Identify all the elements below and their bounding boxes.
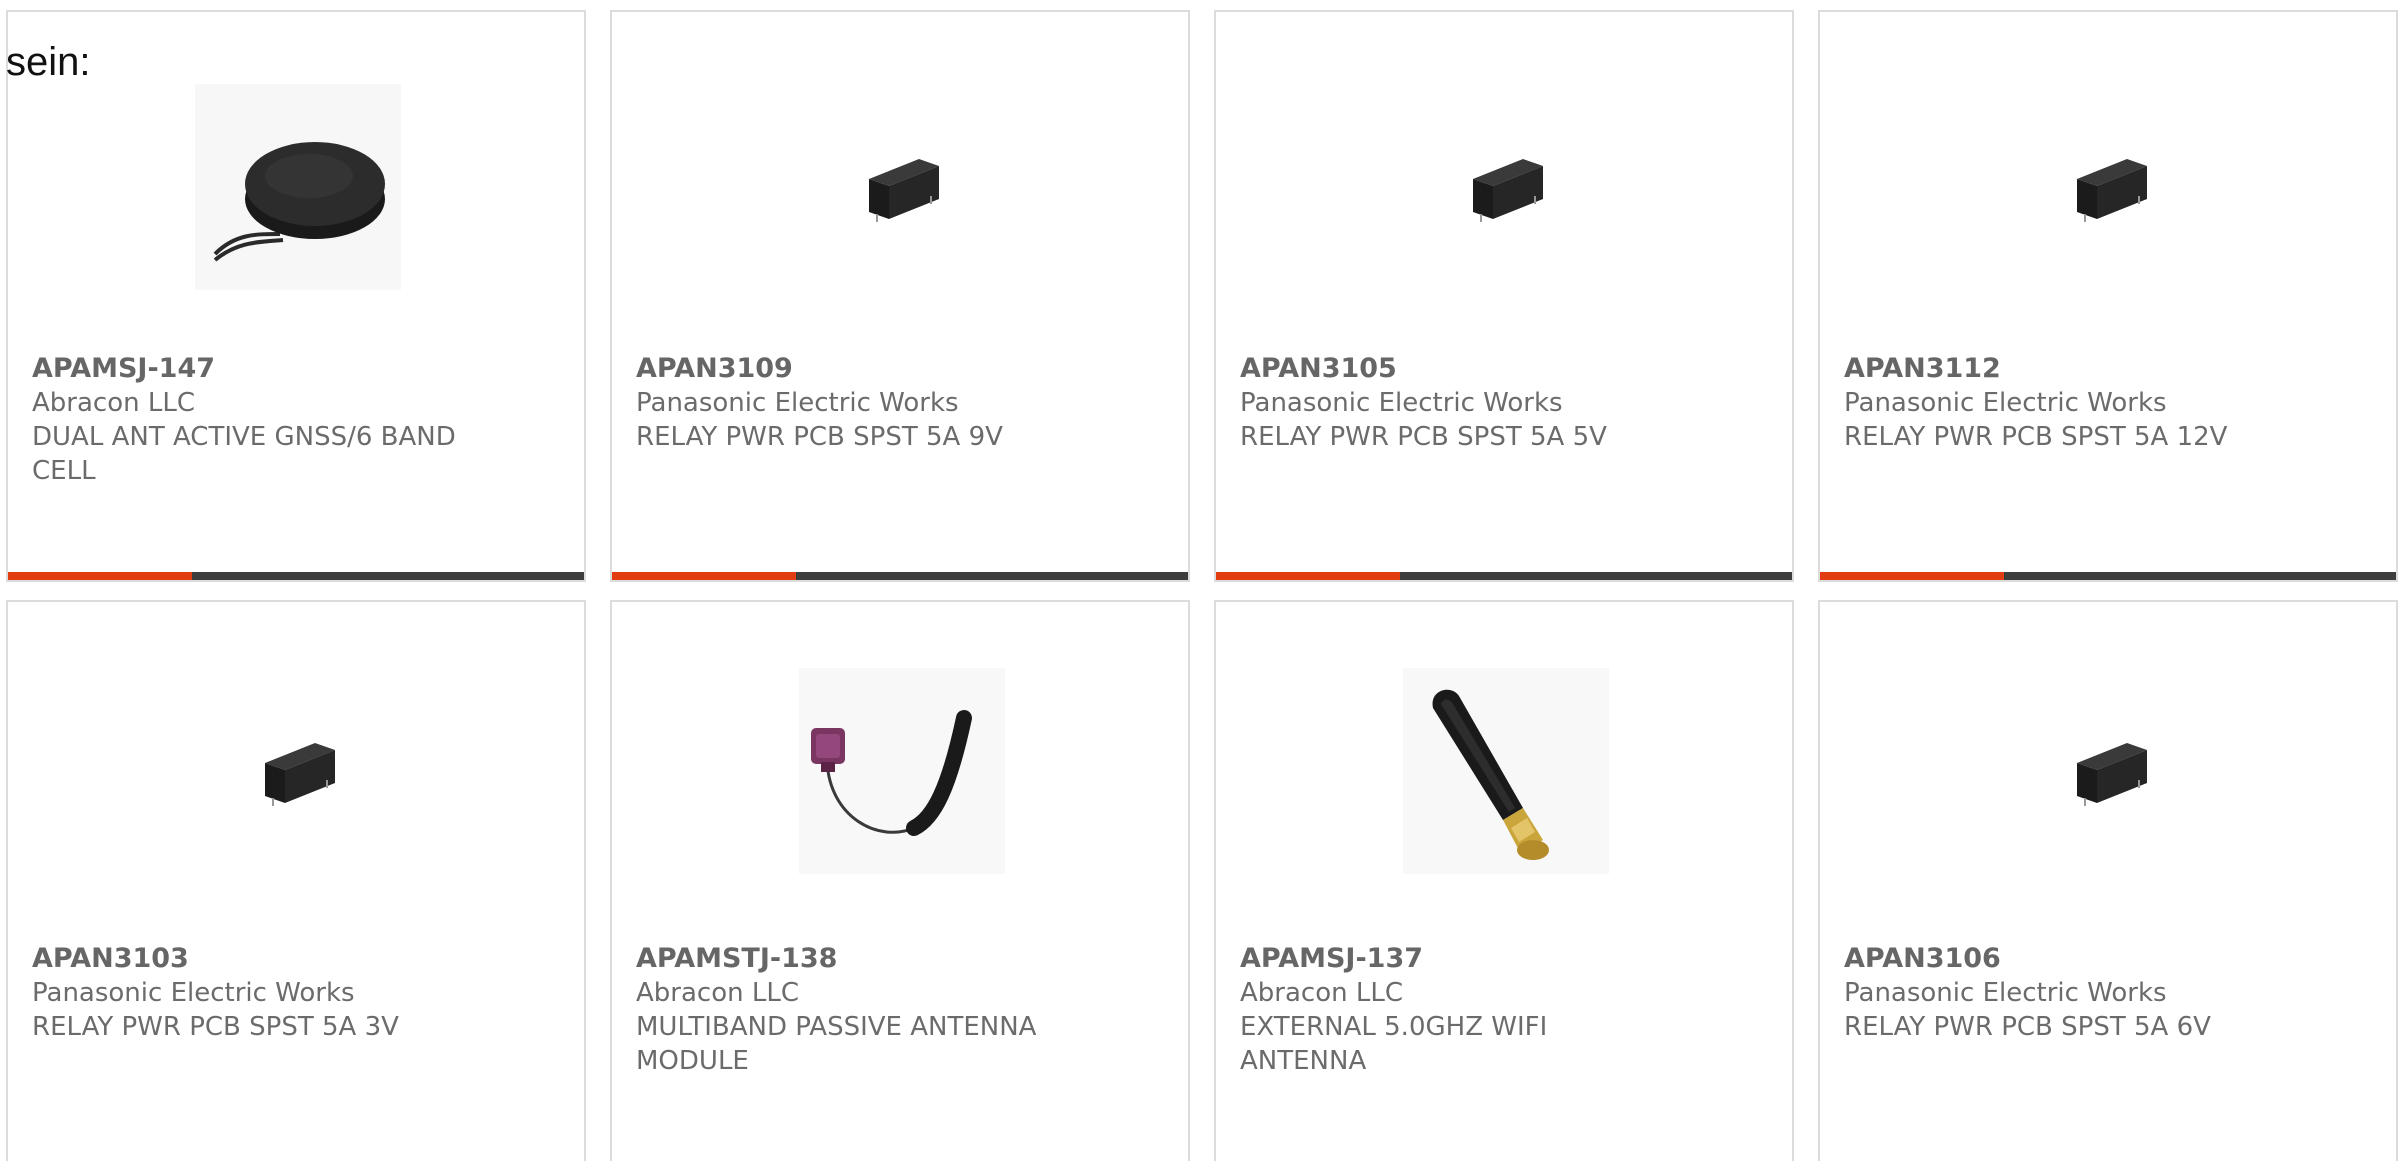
product-image[interactable] xyxy=(2007,668,2213,874)
flex-antenna-icon xyxy=(799,668,1005,874)
product-info: APAN3106 Panasonic Electric Works RELAY … xyxy=(1844,942,2284,1044)
product-info: APAMSJ-137 Abracon LLC EXTERNAL 5.0GHZ W… xyxy=(1240,942,1680,1078)
relay-icon xyxy=(1473,159,1543,222)
product-card[interactable]: APAN3109 Panasonic Electric Works RELAY … xyxy=(610,10,1190,582)
part-number[interactable]: APAN3112 xyxy=(1844,352,2284,386)
manufacturer: Panasonic Electric Works xyxy=(1844,388,2167,418)
part-number[interactable]: APAN3106 xyxy=(1844,942,2284,976)
product-image[interactable] xyxy=(1403,668,1609,874)
product-image[interactable] xyxy=(1403,84,1609,290)
manufacturer: Abracon LLC xyxy=(32,388,195,418)
product-card[interactable]: APAMSJ-137 Abracon LLC EXTERNAL 5.0GHZ W… xyxy=(1214,600,1794,1161)
card-footer-bar xyxy=(612,572,1188,580)
description-line: DUAL ANT ACTIVE GNSS/6 BAND xyxy=(32,422,456,452)
relay-icon xyxy=(2077,743,2147,806)
manufacturer: Panasonic Electric Works xyxy=(32,978,355,1008)
description-line: MULTIBAND PASSIVE ANTENNA xyxy=(636,1012,1037,1042)
product-info: APAMSJ-147 Abracon LLC DUAL ANT ACTIVE G… xyxy=(32,352,472,488)
product-image[interactable] xyxy=(2007,84,2213,290)
product-info: APAN3105 Panasonic Electric Works RELAY … xyxy=(1240,352,1680,454)
part-number[interactable]: APAN3109 xyxy=(636,352,1076,386)
part-number[interactable]: APAN3103 xyxy=(32,942,472,976)
description-line: ANTENNA xyxy=(1240,1046,1367,1076)
product-info: APAN3103 Panasonic Electric Works RELAY … xyxy=(32,942,472,1044)
product-card[interactable]: APAMSJ-147 Abracon LLC DUAL ANT ACTIVE G… xyxy=(6,10,586,582)
description-line: RELAY PWR PCB SPST 5A 6V xyxy=(1844,1012,2211,1042)
relay-icon xyxy=(869,159,939,222)
part-number[interactable]: APAMSJ-137 xyxy=(1240,942,1680,976)
card-footer-bar xyxy=(1216,572,1792,580)
card-footer-bar xyxy=(1820,572,2396,580)
description-line: MODULE xyxy=(636,1046,749,1076)
header-text: sein: xyxy=(6,40,91,84)
manufacturer: Panasonic Electric Works xyxy=(1240,388,1563,418)
description-line: RELAY PWR PCB SPST 5A 12V xyxy=(1844,422,2228,452)
description-line: CELL xyxy=(32,456,96,486)
card-accent xyxy=(8,572,192,580)
card-footer-bar xyxy=(8,572,584,580)
product-image[interactable] xyxy=(195,84,401,290)
description-line: RELAY PWR PCB SPST 5A 9V xyxy=(636,422,1003,452)
relay-icon xyxy=(265,743,335,806)
relay-icon xyxy=(2077,159,2147,222)
description-line: RELAY PWR PCB SPST 5A 5V xyxy=(1240,422,1607,452)
product-card[interactable]: APAMSTJ-138 Abracon LLC MULTIBAND PASSIV… xyxy=(610,600,1190,1161)
description-line: EXTERNAL 5.0GHZ WIFI xyxy=(1240,1012,1548,1042)
description-line: RELAY PWR PCB SPST 5A 3V xyxy=(32,1012,399,1042)
product-card[interactable]: APAN3106 Panasonic Electric Works RELAY … xyxy=(1818,600,2398,1161)
product-info: APAN3112 Panasonic Electric Works RELAY … xyxy=(1844,352,2284,454)
puck-antenna-icon xyxy=(195,84,401,290)
manufacturer: Panasonic Electric Works xyxy=(636,388,959,418)
product-card[interactable]: APAN3103 Panasonic Electric Works RELAY … xyxy=(6,600,586,1161)
product-card[interactable]: APAN3105 Panasonic Electric Works RELAY … xyxy=(1214,10,1794,582)
product-info: APAN3109 Panasonic Electric Works RELAY … xyxy=(636,352,1076,454)
manufacturer: Panasonic Electric Works xyxy=(1844,978,2167,1008)
product-grid: sein: APAMSJ-147 Abracon LLC DUAL ANT AC… xyxy=(0,0,2400,1161)
part-number[interactable]: APAMSJ-147 xyxy=(32,352,472,386)
card-accent xyxy=(1216,572,1400,580)
card-accent xyxy=(1820,572,2004,580)
manufacturer: Abracon LLC xyxy=(1240,978,1403,1008)
part-number[interactable]: APAN3105 xyxy=(1240,352,1680,386)
product-image[interactable] xyxy=(195,668,401,874)
product-card[interactable]: APAN3112 Panasonic Electric Works RELAY … xyxy=(1818,10,2398,582)
card-accent xyxy=(612,572,796,580)
part-number[interactable]: APAMSTJ-138 xyxy=(636,942,1076,976)
product-image[interactable] xyxy=(799,668,1005,874)
rubber-duck-antenna-icon xyxy=(1403,668,1609,874)
product-image[interactable] xyxy=(799,84,1005,290)
product-info: APAMSTJ-138 Abracon LLC MULTIBAND PASSIV… xyxy=(636,942,1076,1078)
manufacturer: Abracon LLC xyxy=(636,978,799,1008)
